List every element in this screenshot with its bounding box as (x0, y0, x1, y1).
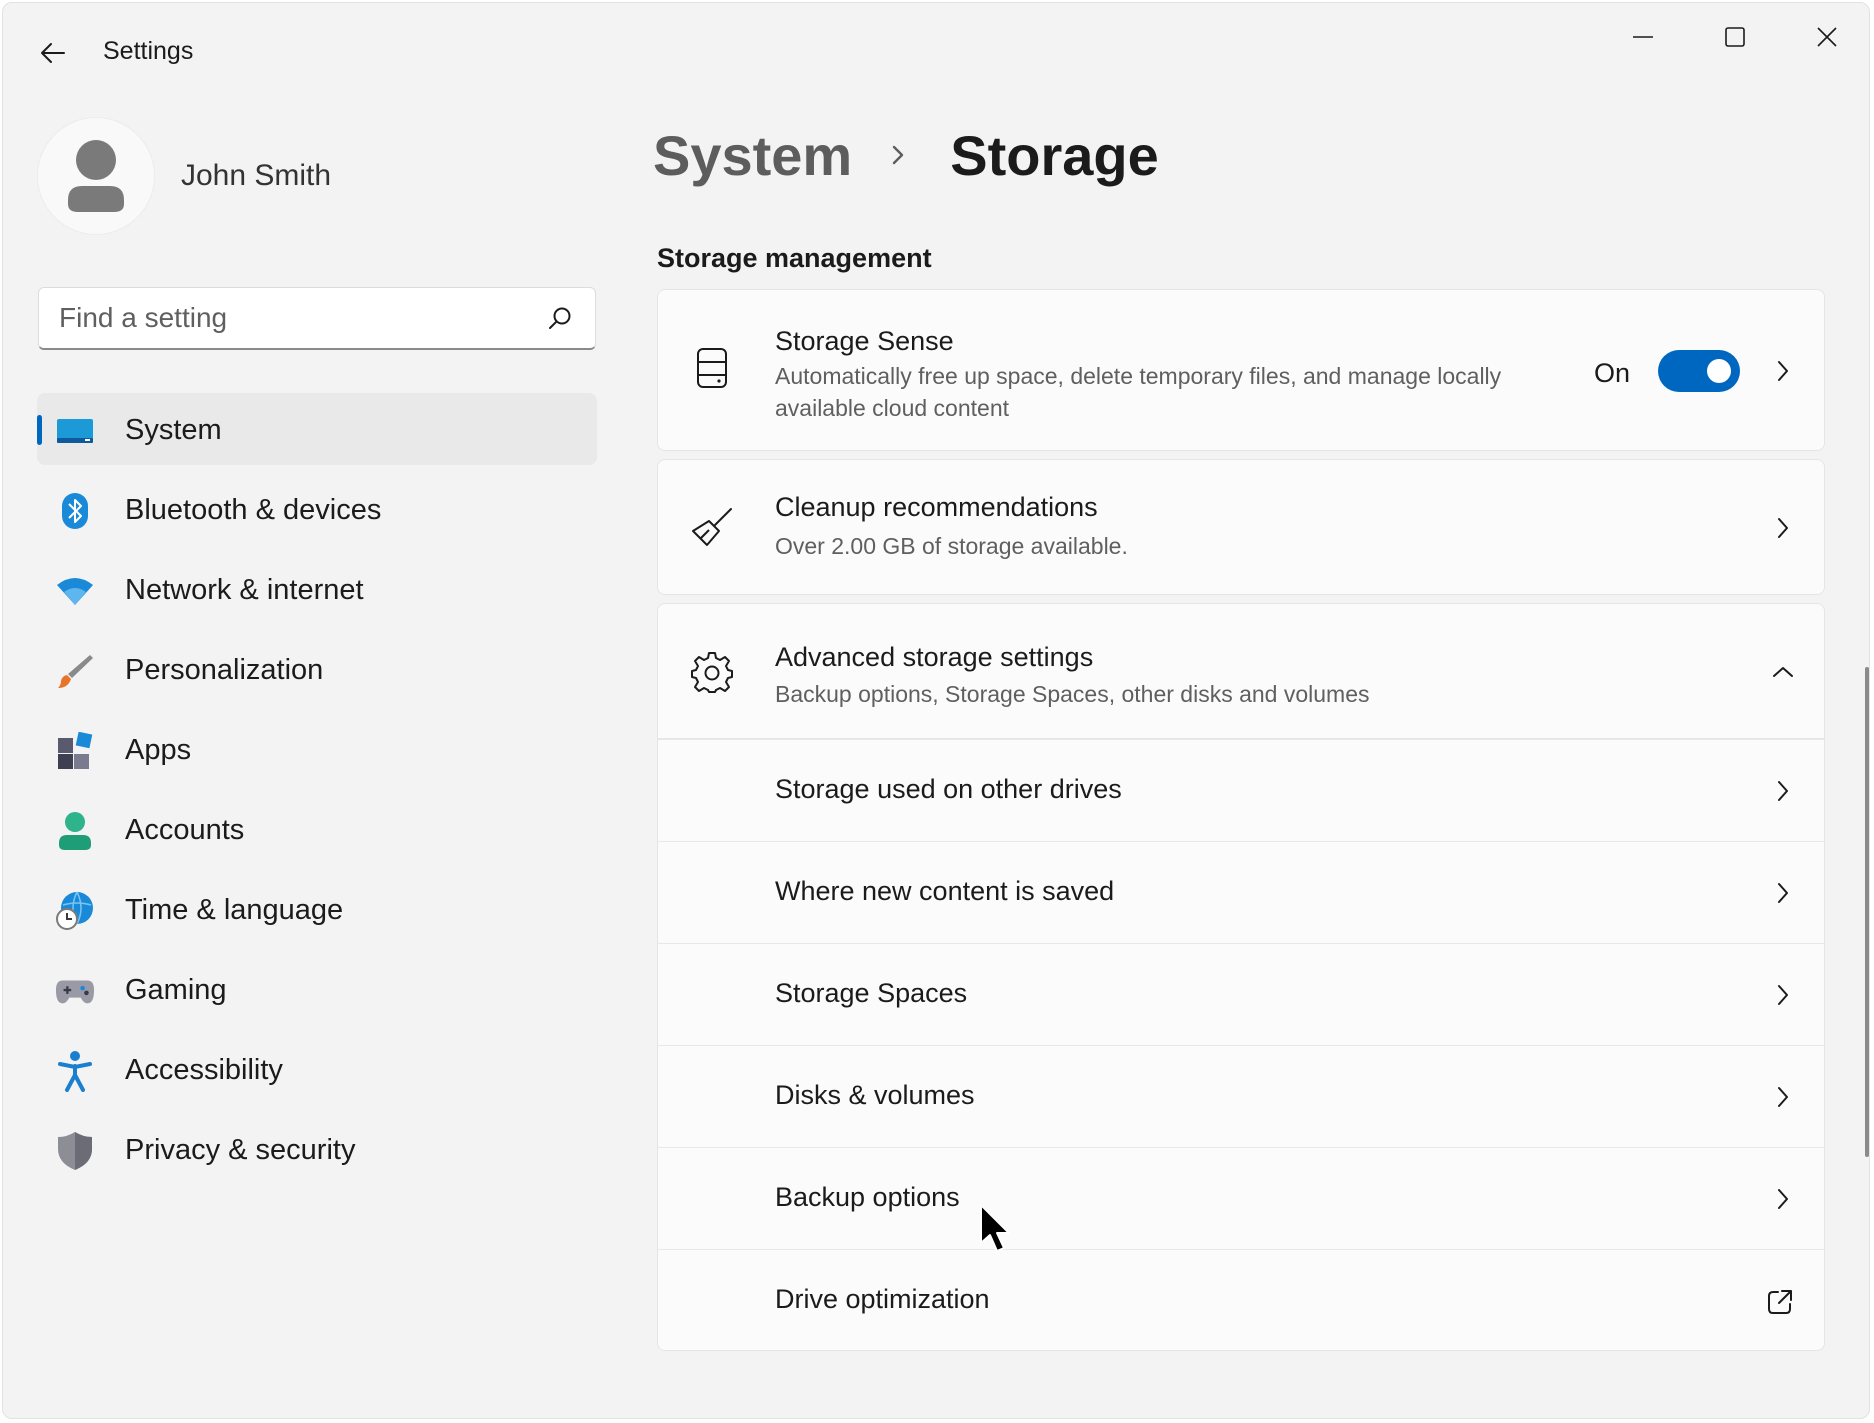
sidebar-item-label: Network & internet (125, 574, 364, 606)
sidebar-item-label: Time & language (125, 894, 344, 926)
page-title: Storage (950, 123, 1159, 187)
sidebar-item-label: Accessibility (125, 1054, 283, 1086)
sidebar-item-apps[interactable]: Apps (37, 713, 597, 785)
cleanup-title: Cleanup recommendations (775, 492, 1098, 522)
paintbrush-icon (55, 651, 95, 691)
gamepad-icon (55, 971, 95, 1011)
breadcrumb-parent[interactable]: System (653, 123, 852, 188)
wifi-icon (55, 571, 95, 611)
accessibility-icon (55, 1051, 95, 1092)
sidebar-nav: System Bluetooth & devices Network & int… (37, 393, 597, 1193)
row-label: Drive optimization (775, 1284, 990, 1314)
sidebar-item-time-language[interactable]: Time & language (37, 873, 597, 945)
storage-drive-icon (690, 346, 734, 390)
disks-volumes-row[interactable]: Disks & volumes (657, 1045, 1825, 1147)
chevron-right-icon (1772, 1188, 1794, 1210)
broom-icon (690, 506, 734, 550)
backup-options-row[interactable]: Backup options (657, 1147, 1825, 1249)
maximize-icon (1725, 27, 1745, 47)
sidebar-item-accessibility[interactable]: Accessibility (37, 1033, 597, 1105)
storage-sense-description: Automatically free up space, delete temp… (775, 363, 1502, 421)
chevron-right-icon (1772, 1086, 1794, 1108)
maximize-button[interactable] (1697, 11, 1773, 63)
gear-icon (690, 650, 734, 694)
sidebar-item-label: Accounts (125, 814, 245, 846)
cleanup-description: Over 2.00 GB of storage available. (775, 533, 1128, 559)
advanced-title: Advanced storage settings (775, 642, 1094, 672)
sidebar-item-label: Apps (125, 734, 192, 766)
storage-spaces-row[interactable]: Storage Spaces (657, 943, 1825, 1045)
system-icon (55, 411, 95, 451)
close-button[interactable] (1789, 11, 1865, 63)
chevron-up-icon[interactable] (1772, 661, 1794, 683)
mouse-cursor-icon (980, 1204, 1010, 1252)
search-box[interactable] (38, 287, 596, 350)
settings-window: Settings John Smith Find a setting Syste… (2, 2, 1870, 1419)
close-icon (1817, 27, 1837, 47)
advanced-description: Backup options, Storage Spaces, other di… (775, 681, 1370, 707)
back-button[interactable] (31, 31, 75, 75)
breadcrumb: System Storage (653, 115, 1159, 195)
person-icon (55, 811, 95, 851)
profile-name: John Smith (181, 159, 332, 192)
toggle-state-label: On (1594, 358, 1631, 388)
chevron-right-icon (888, 143, 912, 167)
person-placeholder-icon (68, 140, 124, 212)
sidebar-item-label: System (125, 414, 222, 446)
chevron-right-icon[interactable] (1772, 360, 1794, 382)
sidebar-item-system[interactable]: System (37, 393, 597, 465)
chevron-right-icon (1772, 984, 1794, 1006)
selection-indicator (37, 415, 42, 445)
app-title: Settings (103, 37, 194, 65)
storage-other-drives-row[interactable]: Storage used on other drives (657, 739, 1825, 841)
drive-optimization-row[interactable]: Drive optimization (657, 1249, 1825, 1351)
avatar[interactable] (37, 117, 155, 235)
sidebar-item-personalization[interactable]: Personalization (37, 633, 597, 705)
chevron-right-icon[interactable] (1772, 517, 1794, 539)
sidebar-item-label: Bluetooth & devices (125, 494, 382, 526)
row-label: Disks & volumes (775, 1080, 975, 1110)
storage-sense-title: Storage Sense (775, 326, 954, 356)
sidebar-item-label: Gaming (125, 974, 227, 1006)
chevron-right-icon (1772, 780, 1794, 802)
row-label: Where new content is saved (775, 876, 1115, 906)
title-bar: Settings (3, 3, 1869, 99)
cleanup-card[interactable]: Cleanup recommendations Over 2.00 GB of … (657, 459, 1825, 595)
advanced-storage-header[interactable]: Advanced storage settings Backup options… (657, 603, 1825, 739)
sidebar-item-label: Privacy & security (125, 1134, 356, 1166)
row-label: Backup options (775, 1182, 960, 1212)
profile-section[interactable]: John Smith (37, 117, 597, 237)
new-content-saved-row[interactable]: Where new content is saved (657, 841, 1825, 943)
row-label: Storage used on other drives (775, 774, 1122, 804)
toggle-knob (1707, 359, 1731, 383)
scrollbar[interactable] (1865, 667, 1869, 1157)
search-input[interactable] (59, 300, 539, 336)
arrow-left-icon (41, 43, 65, 63)
bluetooth-icon (55, 491, 95, 531)
sidebar-item-privacy-security[interactable]: Privacy & security (37, 1113, 597, 1185)
section-title: Storage management (657, 243, 932, 273)
chevron-right-icon (1772, 882, 1794, 904)
row-label: Storage Spaces (775, 978, 968, 1008)
sidebar-item-network[interactable]: Network & internet (37, 553, 597, 625)
globe-clock-icon (55, 891, 95, 931)
shield-icon (55, 1131, 95, 1171)
sidebar-item-gaming[interactable]: Gaming (37, 953, 597, 1025)
sidebar-item-accounts[interactable]: Accounts (37, 793, 597, 865)
apps-icon (55, 731, 95, 771)
external-link-icon (1766, 1288, 1794, 1316)
minimize-icon (1633, 36, 1653, 38)
sidebar-item-bluetooth[interactable]: Bluetooth & devices (37, 473, 597, 545)
sidebar-item-label: Personalization (125, 654, 324, 686)
storage-sense-card[interactable]: Storage Sense Automatically free up spac… (657, 289, 1825, 451)
storage-sense-toggle[interactable] (1658, 350, 1740, 392)
minimize-button[interactable] (1605, 11, 1681, 63)
search-icon[interactable] (547, 306, 573, 332)
